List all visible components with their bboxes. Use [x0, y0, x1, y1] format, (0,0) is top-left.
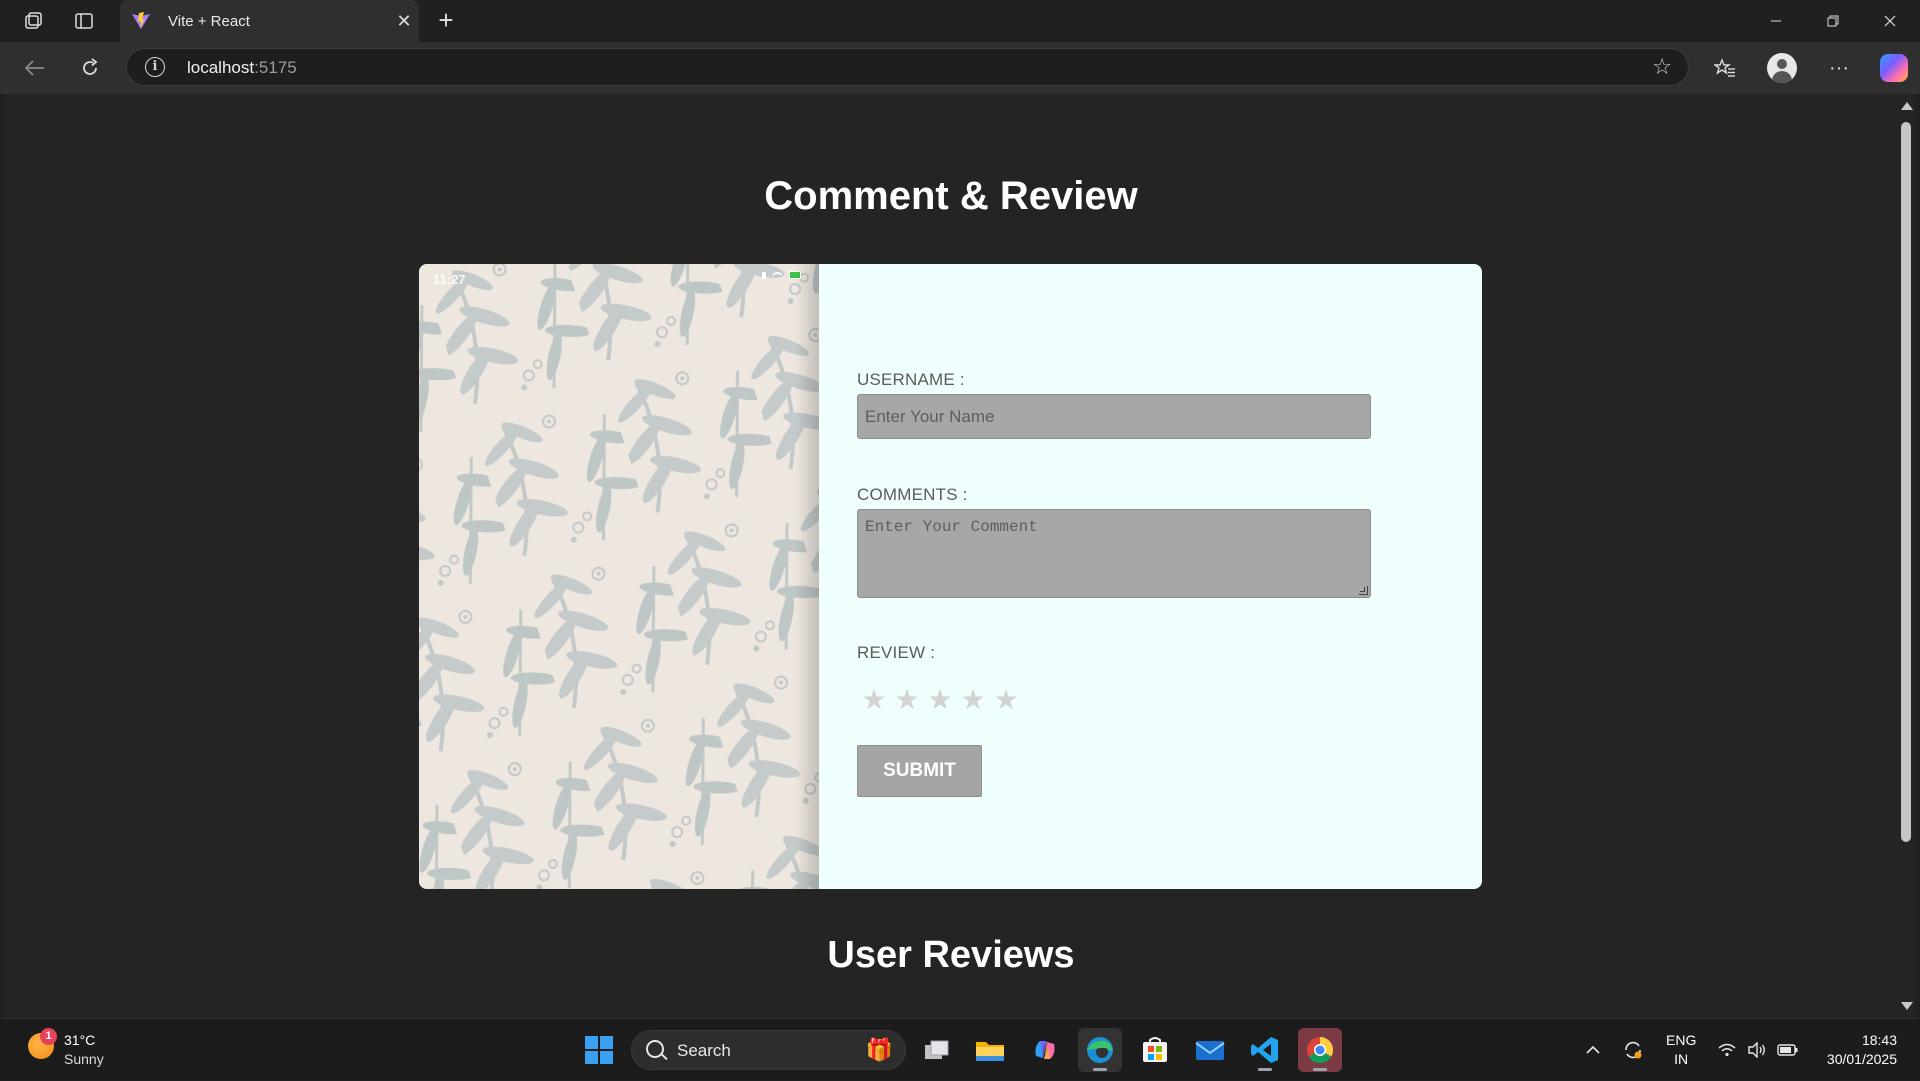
language-indicator[interactable]: ENG IN [1666, 1031, 1696, 1069]
url-host: localhost [187, 58, 255, 77]
star-1-icon[interactable]: ★ [860, 683, 888, 716]
file-explorer-icon[interactable] [968, 1028, 1012, 1072]
scroll-down-arrow-icon[interactable] [1901, 1002, 1913, 1010]
browser-toolbar: i localhost:5175 ☆ ··· [0, 42, 1920, 94]
wifi-icon[interactable] [1714, 1019, 1740, 1081]
star-4-icon[interactable]: ★ [959, 683, 987, 716]
chrome-icon[interactable] [1298, 1028, 1342, 1072]
review-label: REVIEW : [857, 643, 936, 662]
user-reviews-title: User Reviews [827, 934, 1075, 976]
page-scrollbar[interactable] [1897, 94, 1915, 1018]
sync-icon[interactable] [1618, 1019, 1648, 1081]
copilot-app-icon[interactable] [1023, 1028, 1067, 1072]
favorites-icon[interactable] [1708, 52, 1742, 84]
windows-start-icon[interactable] [585, 1036, 613, 1064]
microsoft-store-icon[interactable] [1133, 1028, 1177, 1072]
browser-titlebar: Vite + React ✕ + [0, 0, 1920, 42]
edge-active-indicator [1093, 1068, 1107, 1071]
more-menu-icon[interactable]: ··· [1822, 52, 1856, 84]
vertical-tabs-icon[interactable] [67, 6, 101, 36]
taskbar-search[interactable]: Search 🎁 [631, 1030, 906, 1070]
battery-charging-icon[interactable] [1774, 1019, 1802, 1081]
refresh-icon[interactable] [73, 52, 107, 84]
leaf-pattern-image: 11:27 [419, 264, 819, 889]
scroll-up-arrow-icon[interactable] [1901, 102, 1913, 110]
url-port: :5175 [254, 58, 297, 77]
gift-icon: 🎁 [865, 1037, 893, 1062]
page-viewport: Comment & Review 11:27 USERNAME: Enter … [5, 94, 1897, 1018]
wifi-icon [772, 271, 783, 279]
star-2-icon[interactable]: ★ [893, 683, 921, 716]
signal-icon [762, 271, 766, 279]
clock-date: 30/01/2025 [1826, 1051, 1897, 1067]
submit-button[interactable]: SUBMIT [857, 745, 982, 797]
star-5-icon[interactable]: ★ [992, 683, 1020, 716]
minimize-button[interactable] [1748, 0, 1804, 42]
restore-button[interactable] [1805, 0, 1861, 42]
close-window-button[interactable] [1862, 0, 1918, 42]
copilot-icon[interactable] [1880, 54, 1908, 82]
address-bar[interactable]: i localhost:5175 ☆ [126, 48, 1689, 86]
back-arrow-icon[interactable] [18, 52, 52, 84]
address-url: localhost:5175 [187, 58, 297, 78]
comment-review-card: 11:27 USERNAME : Enter Your Name COMMENT… [419, 264, 1482, 889]
close-tab-icon[interactable]: ✕ [389, 11, 419, 32]
comments-textarea[interactable]: Enter Your Comment [857, 509, 1371, 598]
username-input[interactable]: Enter Your Name [857, 394, 1371, 439]
weather-temperature[interactable]: 31°C [64, 1032, 95, 1048]
search-icon [646, 1040, 664, 1058]
star-3-icon[interactable]: ★ [926, 683, 954, 716]
image-edge-shade [795, 264, 819, 889]
tab-title: Vite + React [168, 12, 250, 30]
comments-placeholder: Enter Your Comment [865, 518, 1038, 536]
taskbar-clock[interactable]: 18:43 30/01/2025 [1827, 1031, 1897, 1069]
weather-description[interactable]: Sunny [64, 1051, 104, 1067]
comments-label: COMMENTS : [857, 485, 968, 504]
edge-browser-icon[interactable] [1078, 1028, 1122, 1072]
search-label: Search [677, 1041, 731, 1060]
show-hidden-icons-chevron-icon[interactable] [1578, 1019, 1608, 1081]
site-info-icon[interactable]: i [145, 57, 165, 77]
tab-vite-react[interactable]: Vite + React ✕ [120, 0, 419, 42]
new-tab-button[interactable]: + [430, 6, 462, 36]
vite-logo-icon [130, 10, 152, 32]
windows-taskbar: 1 31°C Sunny Search 🎁 ENG IN 18:43 30/01… [0, 1018, 1920, 1080]
language-region: IN [1674, 1051, 1689, 1067]
chrome-active-indicator [1313, 1068, 1327, 1071]
review-form: USERNAME : Enter Your Name COMMENTS : En… [857, 264, 1457, 889]
favorite-star-icon[interactable]: ☆ [1652, 54, 1672, 80]
language-code: ENG [1666, 1032, 1697, 1048]
resize-handle-icon[interactable] [1359, 586, 1368, 595]
workspaces-icon[interactable] [16, 6, 50, 36]
vscode-active-indicator [1258, 1068, 1272, 1071]
profile-avatar-icon[interactable] [1767, 53, 1797, 83]
star-rating: ★ ★ ★ ★ ★ [860, 683, 1020, 716]
clock-time: 18:43 [1861, 1032, 1897, 1048]
mail-icon[interactable] [1188, 1028, 1232, 1072]
volume-icon[interactable] [1744, 1019, 1770, 1081]
weather-badge: 1 [40, 1028, 57, 1045]
vscode-icon[interactable] [1243, 1028, 1287, 1072]
username-label: USERNAME : [857, 370, 965, 389]
task-view-icon[interactable] [915, 1028, 959, 1072]
scroll-thumb[interactable] [1901, 122, 1911, 842]
page-title: Comment & Review [764, 174, 1138, 218]
image-status-time: 11:27 [433, 272, 466, 287]
